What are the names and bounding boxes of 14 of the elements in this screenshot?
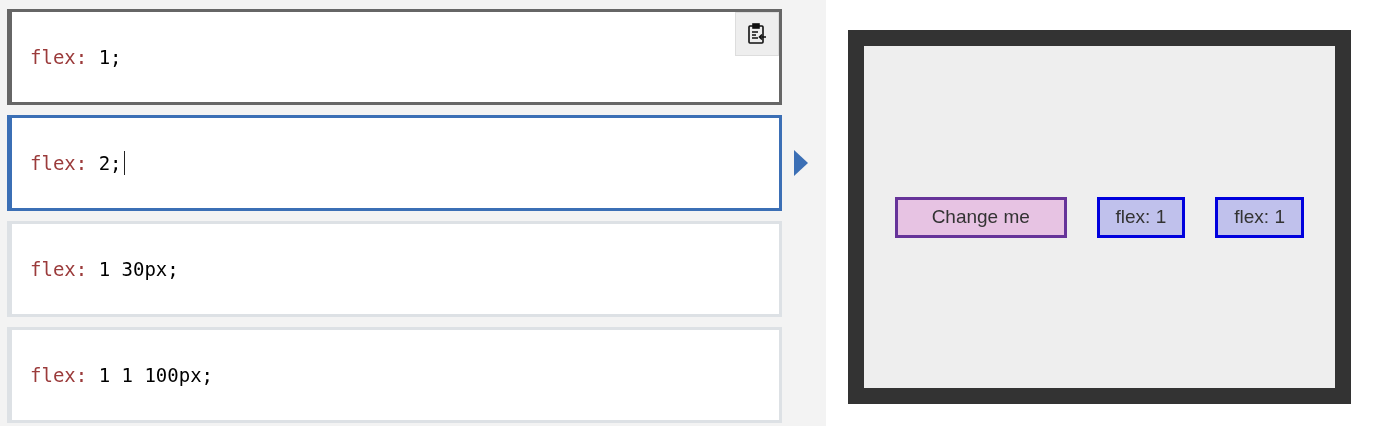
code-line: flex: 1 30px; <box>30 256 179 282</box>
copy-button[interactable] <box>735 12 779 56</box>
triangle-icon <box>794 150 808 176</box>
code-choice[interactable]: flex: 1 30px; <box>7 221 782 317</box>
code-choice[interactable]: flex: 2; <box>7 115 782 211</box>
clipboard-icon <box>747 23 767 45</box>
code-line: flex: 2; <box>30 148 125 178</box>
code-line: flex: 1; <box>30 44 122 70</box>
code-choice[interactable]: flex: 1; <box>7 9 782 105</box>
code-line: flex: 1 1 100px; <box>30 362 214 388</box>
code-choice[interactable]: flex: 1 1 100px; <box>7 327 782 423</box>
flex-item: flex: 1 <box>1215 196 1304 238</box>
flex-item: flex: 1 <box>1096 196 1186 238</box>
flex-item: Change me <box>895 196 1067 238</box>
